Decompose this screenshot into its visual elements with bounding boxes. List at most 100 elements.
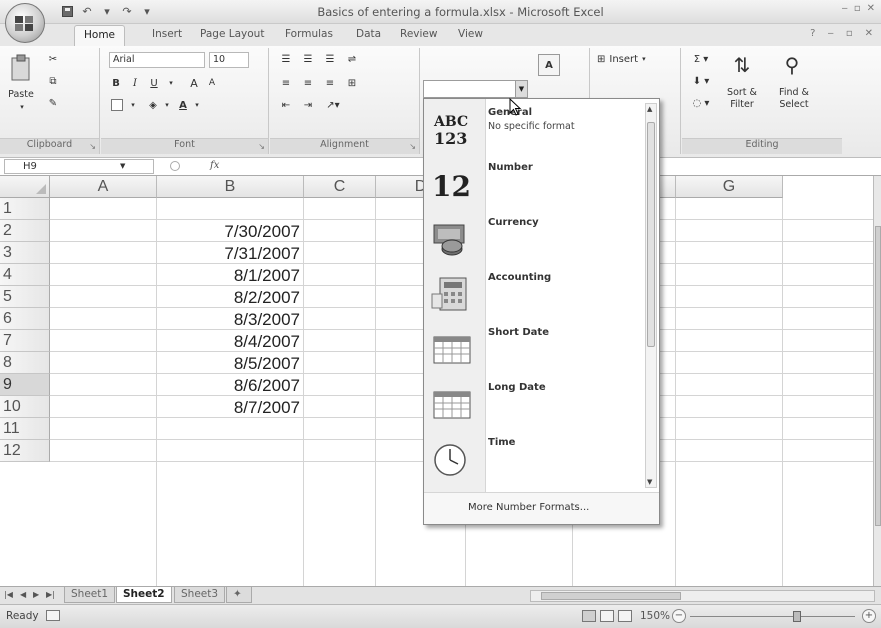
insert-function-icon[interactable]: fx: [210, 160, 219, 171]
column-header-b[interactable]: B: [157, 176, 304, 198]
tab-home[interactable]: Home: [74, 25, 126, 47]
row-header-10[interactable]: 10: [0, 396, 50, 418]
font-name-select[interactable]: Arial: [109, 52, 205, 68]
tab-view[interactable]: View: [458, 28, 483, 40]
page-layout-view-icon[interactable]: [600, 610, 614, 622]
horizontal-scrollbar[interactable]: [530, 590, 875, 602]
underline-dropdown-icon[interactable]: ▾: [167, 78, 175, 88]
fill-color-dropdown-icon[interactable]: ▾: [163, 100, 171, 110]
cell-b4[interactable]: 8/1/2007: [157, 264, 304, 286]
clipboard-launcher-icon[interactable]: ↘: [89, 142, 96, 151]
number-format-dropdown-icon[interactable]: ▼: [515, 81, 527, 97]
align-bottom-icon[interactable]: ☰: [322, 52, 338, 66]
sort-filter-icon[interactable]: ⇅: [726, 50, 758, 80]
help-icon[interactable]: ?: [810, 28, 815, 39]
cell-b7[interactable]: 8/4/2007: [157, 330, 304, 352]
bold-button[interactable]: B: [109, 76, 123, 90]
sheet-tab-sheet3[interactable]: Sheet3: [174, 587, 226, 603]
align-left-icon[interactable]: ≡: [278, 76, 294, 90]
tab-insert[interactable]: Insert: [152, 28, 182, 40]
decrease-indent-icon[interactable]: ⇤: [278, 98, 294, 112]
prev-sheet-icon[interactable]: ◀: [20, 590, 26, 599]
increase-indent-icon[interactable]: ⇥: [300, 98, 316, 112]
wrap-text-icon[interactable]: ⇌: [344, 52, 360, 66]
align-right-icon[interactable]: ≡: [322, 76, 338, 90]
row-header-9[interactable]: 9: [0, 374, 50, 396]
menu-item-currency[interactable]: Currency: [424, 211, 646, 266]
sheet-tab-sheet2[interactable]: Sheet2: [116, 587, 172, 603]
row-header-7[interactable]: 7: [0, 330, 50, 352]
paste-button[interactable]: Paste: [4, 88, 38, 100]
styles-icon[interactable]: A: [538, 54, 560, 76]
menu-item-short-date[interactable]: Short Date: [424, 321, 646, 376]
format-painter-icon[interactable]: ✎: [46, 96, 60, 110]
macro-record-icon[interactable]: [46, 610, 60, 621]
vertical-scrollbar[interactable]: [873, 176, 881, 586]
alignment-launcher-icon[interactable]: ↘: [409, 142, 416, 151]
cell-b2[interactable]: 7/30/2007: [157, 220, 304, 242]
minimize-workbook-icon[interactable]: ‒: [827, 28, 833, 39]
vertical-scroll-thumb[interactable]: [875, 226, 881, 526]
row-header-3[interactable]: 3: [0, 242, 50, 264]
sort-filter-label-2[interactable]: Filter: [718, 98, 766, 110]
insert-sheet-icon[interactable]: ✦: [226, 587, 252, 603]
font-color-dropdown-icon[interactable]: ▾: [193, 100, 201, 110]
row-header-1[interactable]: 1: [0, 198, 50, 220]
binoculars-icon[interactable]: ⚲: [776, 50, 808, 80]
orientation-icon[interactable]: ↗▾: [322, 98, 344, 112]
align-middle-icon[interactable]: ☰: [300, 52, 316, 66]
menu-item-long-date[interactable]: Long Date: [424, 376, 646, 431]
zoom-in-icon[interactable]: +: [862, 609, 876, 623]
office-button[interactable]: [5, 3, 45, 43]
autosum-icon[interactable]: Σ ▾: [690, 52, 712, 66]
clear-icon[interactable]: ◌ ▾: [690, 96, 712, 110]
page-break-view-icon[interactable]: [618, 610, 632, 622]
column-header-a[interactable]: A: [50, 176, 157, 198]
restore-workbook-icon[interactable]: ▫: [846, 28, 853, 39]
cell-b9[interactable]: 8/6/2007: [157, 374, 304, 396]
close-workbook-icon[interactable]: ✕: [865, 28, 873, 39]
menu-item-time[interactable]: Time: [424, 431, 646, 486]
normal-view-icon[interactable]: [582, 610, 596, 622]
row-header-12[interactable]: 12: [0, 440, 50, 462]
merge-center-icon[interactable]: ⊞: [344, 76, 360, 90]
font-color-icon[interactable]: A: [175, 98, 191, 112]
grow-font-button[interactable]: A: [187, 76, 201, 90]
first-sheet-icon[interactable]: |◀: [4, 590, 13, 599]
find-select-label[interactable]: Find &: [770, 86, 818, 98]
row-header-8[interactable]: 8: [0, 352, 50, 374]
zoom-slider-track[interactable]: [690, 616, 855, 617]
zoom-level[interactable]: 150%: [640, 610, 670, 622]
paste-dropdown-icon[interactable]: ▾: [17, 102, 27, 112]
cell-b5[interactable]: 8/2/2007: [157, 286, 304, 308]
find-select-label-2[interactable]: Select: [770, 98, 818, 110]
sheet-tab-sheet1[interactable]: Sheet1: [64, 587, 116, 603]
name-box[interactable]: H9: [4, 159, 154, 174]
select-all-corner[interactable]: [0, 176, 50, 198]
italic-button[interactable]: I: [128, 76, 142, 90]
menu-scroll-thumb[interactable]: [647, 122, 655, 347]
next-sheet-icon[interactable]: ▶: [33, 590, 39, 599]
name-box-dropdown-icon[interactable]: ▼: [120, 162, 125, 170]
tab-data[interactable]: Data: [356, 28, 381, 40]
cell-b8[interactable]: 8/5/2007: [157, 352, 304, 374]
horizontal-scroll-thumb[interactable]: [541, 592, 681, 600]
row-header-6[interactable]: 6: [0, 308, 50, 330]
zoom-slider-thumb[interactable]: [793, 611, 801, 622]
last-sheet-icon[interactable]: ▶|: [46, 590, 55, 599]
copy-icon[interactable]: ⧉: [46, 74, 60, 88]
font-size-select[interactable]: 10: [209, 52, 249, 68]
row-header-2[interactable]: 2: [0, 220, 50, 242]
column-header-c[interactable]: C: [304, 176, 376, 198]
maximize-icon[interactable]: ▫: [854, 3, 861, 14]
close-icon[interactable]: ✕: [867, 3, 875, 14]
align-center-icon[interactable]: ≡: [300, 76, 316, 90]
tab-formulas[interactable]: Formulas: [285, 28, 333, 40]
menu-item-general[interactable]: ABC 123 General No specific format: [424, 101, 646, 156]
row-header-11[interactable]: 11: [0, 418, 50, 440]
menu-item-accounting[interactable]: Accounting: [424, 266, 646, 321]
tab-page-layout[interactable]: Page Layout: [200, 28, 264, 40]
tab-review[interactable]: Review: [400, 28, 437, 40]
menu-scrollbar[interactable]: ▲ ▼: [645, 103, 657, 488]
menu-scroll-up-icon[interactable]: ▲: [647, 105, 652, 113]
